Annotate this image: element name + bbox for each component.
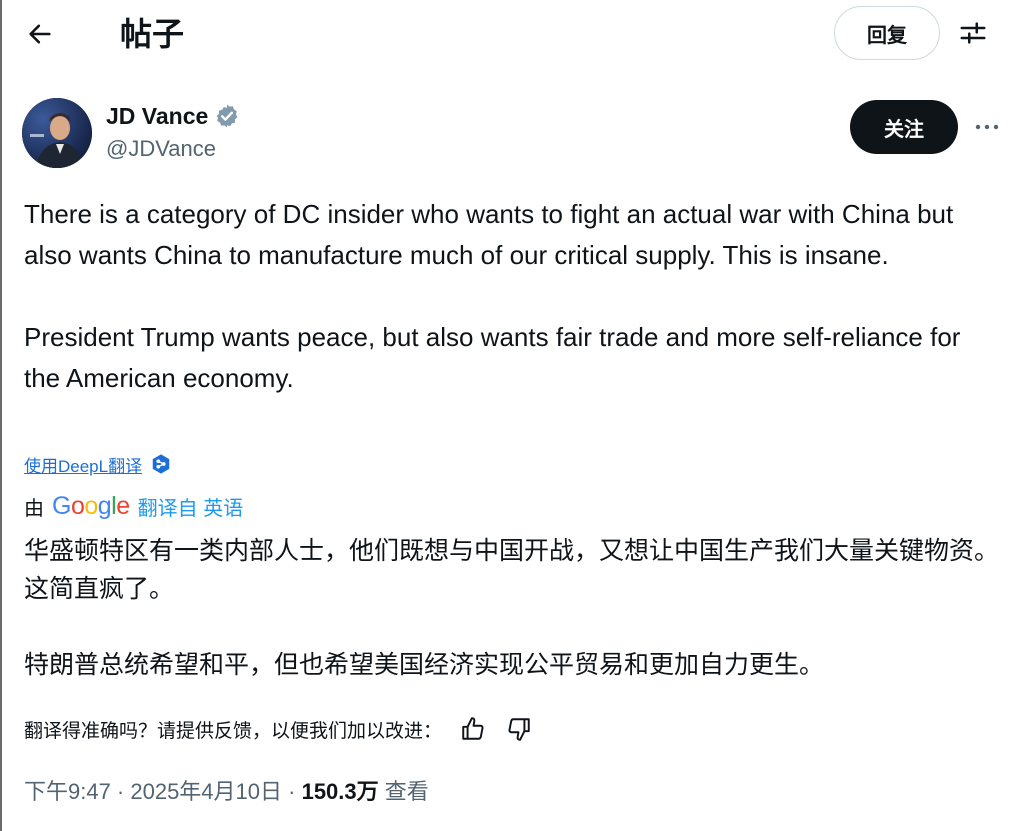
follow-button[interactable]: 关注 xyxy=(850,100,958,154)
verified-badge-icon xyxy=(214,103,240,129)
page-title: 帖子 xyxy=(120,16,185,52)
arrow-left-icon xyxy=(29,24,51,44)
google-logo: Google xyxy=(52,491,130,520)
more-options-button[interactable] xyxy=(968,110,1006,144)
ellipsis-icon xyxy=(975,124,999,130)
thumbs-up-icon xyxy=(462,717,484,740)
settings-button[interactable] xyxy=(954,14,992,52)
deepl-translate-row: 使用DeepL翻译 xyxy=(24,450,172,478)
translated-from-link[interactable]: 翻译自 英语 xyxy=(138,492,244,521)
translated-paragraph: 华盛顿特区有一类内部人士，他们既想与中国开战，又想让中国生产我们大量关键物资。这… xyxy=(24,537,1000,603)
thumbs-down-icon xyxy=(508,718,530,741)
google-translation-attribution: 由 Google 翻译自 英语 xyxy=(24,490,243,522)
views-label: 查看 xyxy=(378,779,429,804)
tweet-meta: 下午9:47 · 2025年4月10日 · 150.3万 查看 xyxy=(24,772,429,808)
thumbs-down-button[interactable] xyxy=(504,714,534,744)
tweet-paragraph: President Trump wants peace, but also wa… xyxy=(24,322,961,393)
feedback-prompt: 翻译得准确吗？请提供反馈，以便我们加以改进： xyxy=(24,720,443,742)
translated-text: 华盛顿特区有一类内部人士，他们既想与中国开战，又想让中国生产我们大量关键物资。这… xyxy=(24,532,1004,684)
thumbs-up-button[interactable] xyxy=(458,714,488,744)
deepl-translate-link[interactable]: 使用DeepL翻译 xyxy=(24,452,142,477)
avatar[interactable] xyxy=(22,98,92,168)
by-label: 由 xyxy=(24,497,44,520)
tweet-timestamp[interactable]: 下午9:47 · 2025年4月10日 · xyxy=(24,774,302,806)
author-name-row[interactable]: JD Vance xyxy=(106,100,240,132)
tweet-text: There is a category of DC insider who wa… xyxy=(24,194,994,399)
translated-paragraph: 特朗普总统希望和平，但也希望美国经济实现公平贸易和更加自力更生。 xyxy=(24,651,825,679)
author-name[interactable]: JD Vance xyxy=(106,103,208,130)
translation-feedback-row: 翻译得准确吗？请提供反馈，以便我们加以改进： xyxy=(24,712,534,746)
window-edge xyxy=(0,0,2,831)
avatar-photo-icon xyxy=(22,98,92,168)
back-button[interactable] xyxy=(22,16,58,52)
views-count: 150.3万 xyxy=(301,779,379,804)
author-handle[interactable]: @JDVance xyxy=(106,136,216,162)
reply-button[interactable]: 回复 xyxy=(834,6,940,60)
sliders-icon xyxy=(960,22,986,44)
tweet-paragraph: There is a category of DC insider who wa… xyxy=(24,199,954,270)
deepl-logo-icon[interactable] xyxy=(150,453,172,475)
header-bar: 帖子 回复 xyxy=(0,0,1028,72)
